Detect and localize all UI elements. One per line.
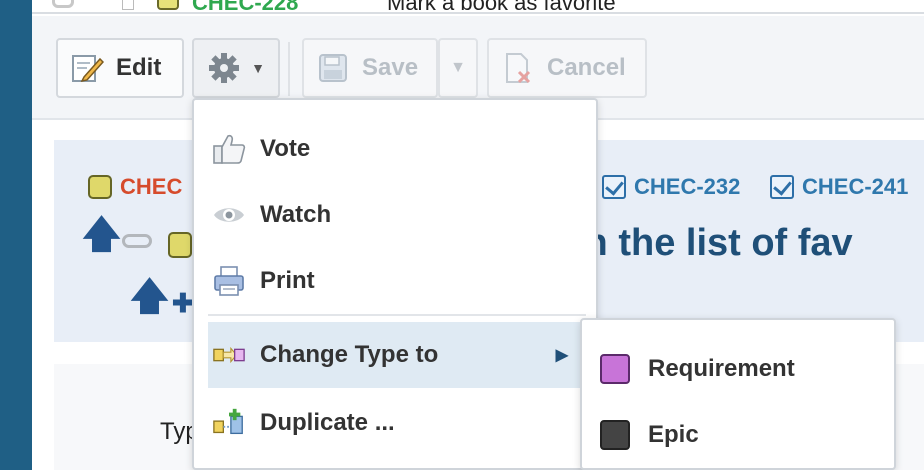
gear-icon bbox=[209, 53, 240, 83]
change-type-submenu: Requirement Epic bbox=[580, 318, 896, 470]
cancel-button[interactable]: Cancel bbox=[487, 38, 647, 98]
actions-menu-button[interactable]: ▼ bbox=[192, 38, 280, 98]
task-check-icon bbox=[770, 175, 794, 199]
menu-item-vote[interactable]: Vote bbox=[194, 116, 596, 182]
menu-item-print[interactable]: Print bbox=[194, 248, 596, 314]
issue-key-link[interactable]: CHEC-228 bbox=[192, 0, 298, 12]
submenu-item-epic[interactable]: Epic bbox=[582, 402, 894, 468]
duplicate-icon bbox=[212, 406, 246, 440]
row-checkbox[interactable] bbox=[122, 0, 134, 10]
cancel-button-label: Cancel bbox=[547, 54, 626, 81]
menu-item-label: Print bbox=[260, 267, 315, 294]
menu-item-duplicate[interactable]: Duplicate ... bbox=[194, 390, 596, 456]
story-icon bbox=[168, 232, 192, 258]
submenu-item-label: Epic bbox=[648, 421, 699, 448]
task-check-icon bbox=[602, 175, 626, 199]
breadcrumb-key: CHEC-232 bbox=[634, 174, 741, 199]
menu-divider bbox=[208, 314, 586, 316]
breadcrumb-key: CHEC bbox=[120, 174, 183, 199]
breadcrumb-item-parent[interactable]: CHEC bbox=[88, 174, 182, 200]
breadcrumb-item-chec-241[interactable]: CHEC-241 bbox=[770, 174, 908, 200]
edit-pencil-icon bbox=[72, 55, 104, 83]
plus-icon[interactable]: ✚ bbox=[172, 290, 194, 316]
floppy-disk-icon bbox=[319, 54, 347, 82]
chevron-down-icon: ▼ bbox=[251, 60, 265, 76]
menu-item-label: Watch bbox=[260, 201, 332, 228]
eye-icon bbox=[212, 198, 246, 232]
arrow-up-icon: 🡅 bbox=[82, 214, 122, 256]
story-icon bbox=[157, 0, 179, 10]
left-sidebar-strip bbox=[0, 0, 32, 470]
menu-item-label: Vote bbox=[260, 135, 311, 162]
edit-button[interactable]: Edit bbox=[56, 38, 184, 98]
toolbar-divider bbox=[288, 42, 290, 96]
chevron-right-icon: ▶ bbox=[555, 347, 568, 364]
save-button-label: Save bbox=[362, 54, 419, 81]
thumbs-up-icon bbox=[212, 132, 246, 166]
submenu-item-requirement[interactable]: Requirement bbox=[582, 336, 894, 402]
epic-icon bbox=[600, 420, 630, 450]
save-options-dropdown[interactable]: ▼ bbox=[438, 38, 478, 98]
arrow-up-icon: 🡅 bbox=[130, 276, 170, 318]
link-icon bbox=[52, 0, 74, 8]
story-icon bbox=[88, 175, 112, 199]
breadcrumb-key: CHEC-241 bbox=[802, 174, 909, 199]
actions-dropdown-menu: Vote Watch Print Change Type to ▶ Duplic… bbox=[192, 98, 598, 470]
change-type-icon bbox=[212, 338, 246, 372]
menu-item-change-type[interactable]: Change Type to ▶ bbox=[208, 322, 582, 388]
submenu-item-label: Requirement bbox=[648, 355, 795, 382]
issue-summary: Mark a book as favorite bbox=[387, 0, 616, 14]
previous-issue-row[interactable]: CHEC-228 Mark a book as favorite bbox=[32, 0, 924, 14]
chevron-down-icon: ▼ bbox=[450, 59, 466, 76]
breadcrumb-item-chec-232[interactable]: CHEC-232 bbox=[602, 174, 740, 200]
menu-item-watch[interactable]: Watch bbox=[194, 182, 596, 248]
edit-button-label: Edit bbox=[116, 54, 162, 81]
menu-item-label: Duplicate ... bbox=[260, 409, 395, 436]
issue-title: in the list of fav bbox=[574, 222, 853, 264]
requirement-icon bbox=[600, 354, 630, 384]
cancel-document-icon bbox=[506, 53, 531, 84]
printer-icon bbox=[212, 264, 246, 298]
link-icon bbox=[122, 234, 152, 248]
menu-item-label: Change Type to bbox=[260, 341, 439, 368]
save-button[interactable]: Save bbox=[302, 38, 438, 98]
